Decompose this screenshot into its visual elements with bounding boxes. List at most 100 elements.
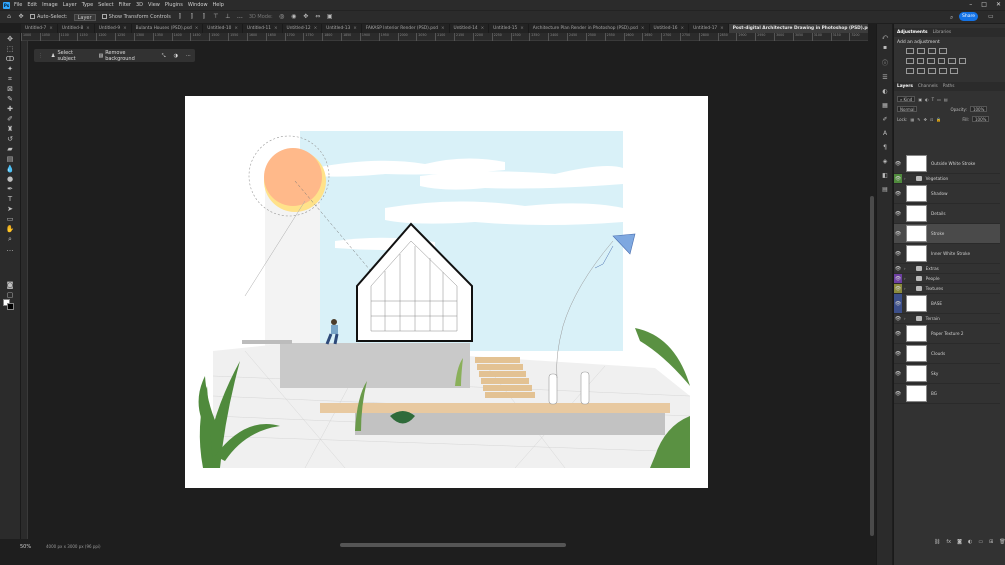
new-layer-icon[interactable]: ⊞ xyxy=(989,539,993,545)
channel-mixer-icon[interactable] xyxy=(958,58,966,64)
document-tab[interactable]: Untitled-17 × xyxy=(689,24,729,33)
drag-handle-icon[interactable]: ⋮ xyxy=(38,53,43,59)
layer-row[interactable]: 👁 BG xyxy=(894,384,1000,404)
levels-icon[interactable] xyxy=(917,48,925,54)
3d-icon[interactable]: ◈ xyxy=(881,158,889,166)
dodge-tool-icon[interactable]: ● xyxy=(4,175,16,184)
layer-row[interactable]: 👁 Clouds xyxy=(894,344,1000,364)
visibility-eye-icon[interactable]: 👁 xyxy=(894,184,902,203)
quick-mask-icon[interactable]: ◙ xyxy=(4,281,16,290)
eraser-icon[interactable]: ▰ xyxy=(4,145,16,154)
layer-row[interactable]: 👁 Inner White Stroke xyxy=(894,244,1000,264)
menu-item-help[interactable]: Help xyxy=(213,2,224,8)
layer-thumbnail[interactable] xyxy=(906,325,927,342)
adjust-icon[interactable]: ◑ xyxy=(174,53,178,59)
curves-icon[interactable] xyxy=(928,48,936,54)
align-left-icon[interactable]: ⫿ xyxy=(177,14,183,20)
document-tab[interactable]: Architecture Plan Render in Photoshop (P… xyxy=(529,24,650,33)
properties-icon[interactable]: ☰ xyxy=(881,74,889,82)
expand-arrow-icon[interactable]: › xyxy=(904,176,906,181)
select-subject-button[interactable]: ♟ Select subject xyxy=(51,50,90,62)
marquee-tool-icon[interactable]: ⬚ xyxy=(4,45,16,54)
exposure-icon[interactable] xyxy=(939,48,947,54)
hue-saturation-icon[interactable] xyxy=(916,58,924,64)
layer-row[interactable]: 👁 Paper Texture 2 xyxy=(894,324,1000,344)
new-adjustment-icon[interactable]: ◐ xyxy=(968,539,972,545)
minimize-icon[interactable]: – xyxy=(969,1,972,8)
menu-item-image[interactable]: Image xyxy=(42,2,58,8)
transform-icon[interactable]: ⤡ xyxy=(162,53,166,59)
history-brush-icon[interactable]: ↺ xyxy=(4,135,16,144)
visibility-eye-icon[interactable]: 👁 xyxy=(894,224,902,243)
more-options-icon[interactable]: … xyxy=(237,14,243,20)
tab-close-icon[interactable]: × xyxy=(123,26,127,31)
layer-thumbnail[interactable] xyxy=(906,245,927,262)
screen-mode-icon[interactable]: ▢ xyxy=(4,291,16,300)
healing-brush-icon[interactable]: ✚ xyxy=(4,105,16,114)
filter-pixel-icon[interactable]: ▣ xyxy=(918,97,922,102)
close-icon[interactable]: ✕ xyxy=(996,1,1001,8)
document-tab[interactable]: FAKASP Interior Render (PSD).psd × xyxy=(362,24,450,33)
comments-icon[interactable]: ▪ xyxy=(881,44,889,52)
blur-tool-icon[interactable]: 💧 xyxy=(4,165,16,174)
selective-color-icon[interactable] xyxy=(950,68,958,74)
lock-paint-icon[interactable]: ✎ xyxy=(917,117,920,122)
magic-wand-icon[interactable]: ✦ xyxy=(4,65,16,74)
filter-type-icon[interactable]: T xyxy=(932,97,934,102)
layer-row[interactable]: 👁 Shadow xyxy=(894,184,1000,204)
layer-row[interactable]: 👁 Details xyxy=(894,204,1000,224)
new-group-icon[interactable]: ▭ xyxy=(978,539,983,545)
search-icon[interactable]: ⌕ xyxy=(950,14,953,22)
3d-scale-icon[interactable]: ▣ xyxy=(327,14,333,20)
character-icon[interactable]: A xyxy=(881,130,889,138)
paragraph-icon[interactable]: ¶ xyxy=(881,144,889,152)
brush-settings-icon[interactable]: ✐ xyxy=(881,116,889,124)
layer-thumbnail[interactable] xyxy=(906,385,927,402)
tab-close-icon[interactable]: × xyxy=(720,26,724,31)
visibility-eye-icon[interactable]: 👁 xyxy=(894,284,902,293)
layer-row[interactable]: 👁 Sky xyxy=(894,364,1000,384)
expand-arrow-icon[interactable]: › xyxy=(904,276,906,281)
layer-style-icon[interactable]: fx xyxy=(946,539,951,545)
stamp-tool-icon[interactable]: ♜ xyxy=(4,125,16,134)
document-tab[interactable]: Untitled-11 × xyxy=(243,24,283,33)
layer-thumbnail[interactable] xyxy=(906,365,927,382)
horizontal-ruler[interactable]: 1000 1050 1100 1150 1200 1250 1300 1350 1400 1450… xyxy=(21,33,868,41)
3d-roll-icon[interactable]: ◉ xyxy=(291,14,297,20)
panel-tab-adjustments[interactable]: Adjustments xyxy=(897,30,928,35)
panel-tab-paths[interactable]: Paths xyxy=(943,84,955,89)
filter-kind-dropdown[interactable]: ⌕ Kind xyxy=(897,96,916,102)
menu-item-layer[interactable]: Layer xyxy=(63,2,77,8)
3d-slide-icon[interactable]: ⇔ xyxy=(315,14,321,20)
layer-thumbnail[interactable] xyxy=(906,295,927,312)
visibility-eye-icon[interactable]: 👁 xyxy=(894,384,902,403)
black-white-icon[interactable] xyxy=(937,58,945,64)
posterize-icon[interactable] xyxy=(917,68,925,74)
hand-tool-icon[interactable]: ✋ xyxy=(4,225,16,234)
pen-tool-icon[interactable]: ✒ xyxy=(4,185,16,194)
document-tab[interactable]: Untitled-14 × xyxy=(450,24,490,33)
tab-close-icon[interactable]: × xyxy=(274,26,278,31)
gradient-map-icon[interactable] xyxy=(939,68,947,74)
document-size[interactable]: 4000 px x 3000 px (96 ppi) xyxy=(46,544,101,549)
move-tool-icon[interactable]: ✥ xyxy=(18,14,24,20)
tab-close-icon[interactable]: × xyxy=(49,26,53,31)
tab-close-icon[interactable]: × xyxy=(234,26,238,31)
document-tab[interactable]: Bulanta Houses (PSD).psd × xyxy=(132,24,204,33)
path-selection-icon[interactable]: ➤ xyxy=(4,205,16,214)
tab-close-icon[interactable]: × xyxy=(441,26,445,31)
tab-close-icon[interactable]: × xyxy=(86,26,90,31)
opacity-field[interactable]: 100% xyxy=(969,106,988,112)
align-right-icon[interactable]: ⫿ xyxy=(201,14,207,20)
visibility-eye-icon[interactable]: 👁 xyxy=(894,314,902,323)
document-tab[interactable]: Untitled-10 × xyxy=(203,24,243,33)
lock-move-icon[interactable]: ✥ xyxy=(924,117,927,122)
expand-arrow-icon[interactable]: › xyxy=(904,316,906,321)
tab-close-icon[interactable]: × xyxy=(314,26,318,31)
3d-orbit-icon[interactable]: ◎ xyxy=(279,14,285,20)
zoom-level[interactable]: 50% xyxy=(20,544,31,550)
home-icon[interactable]: ⌂ xyxy=(6,14,12,20)
tab-close-icon[interactable]: × xyxy=(641,26,645,31)
visibility-eye-icon[interactable]: 👁 xyxy=(894,154,902,173)
layer-group-row[interactable]: 👁 › Textures xyxy=(894,284,1000,294)
